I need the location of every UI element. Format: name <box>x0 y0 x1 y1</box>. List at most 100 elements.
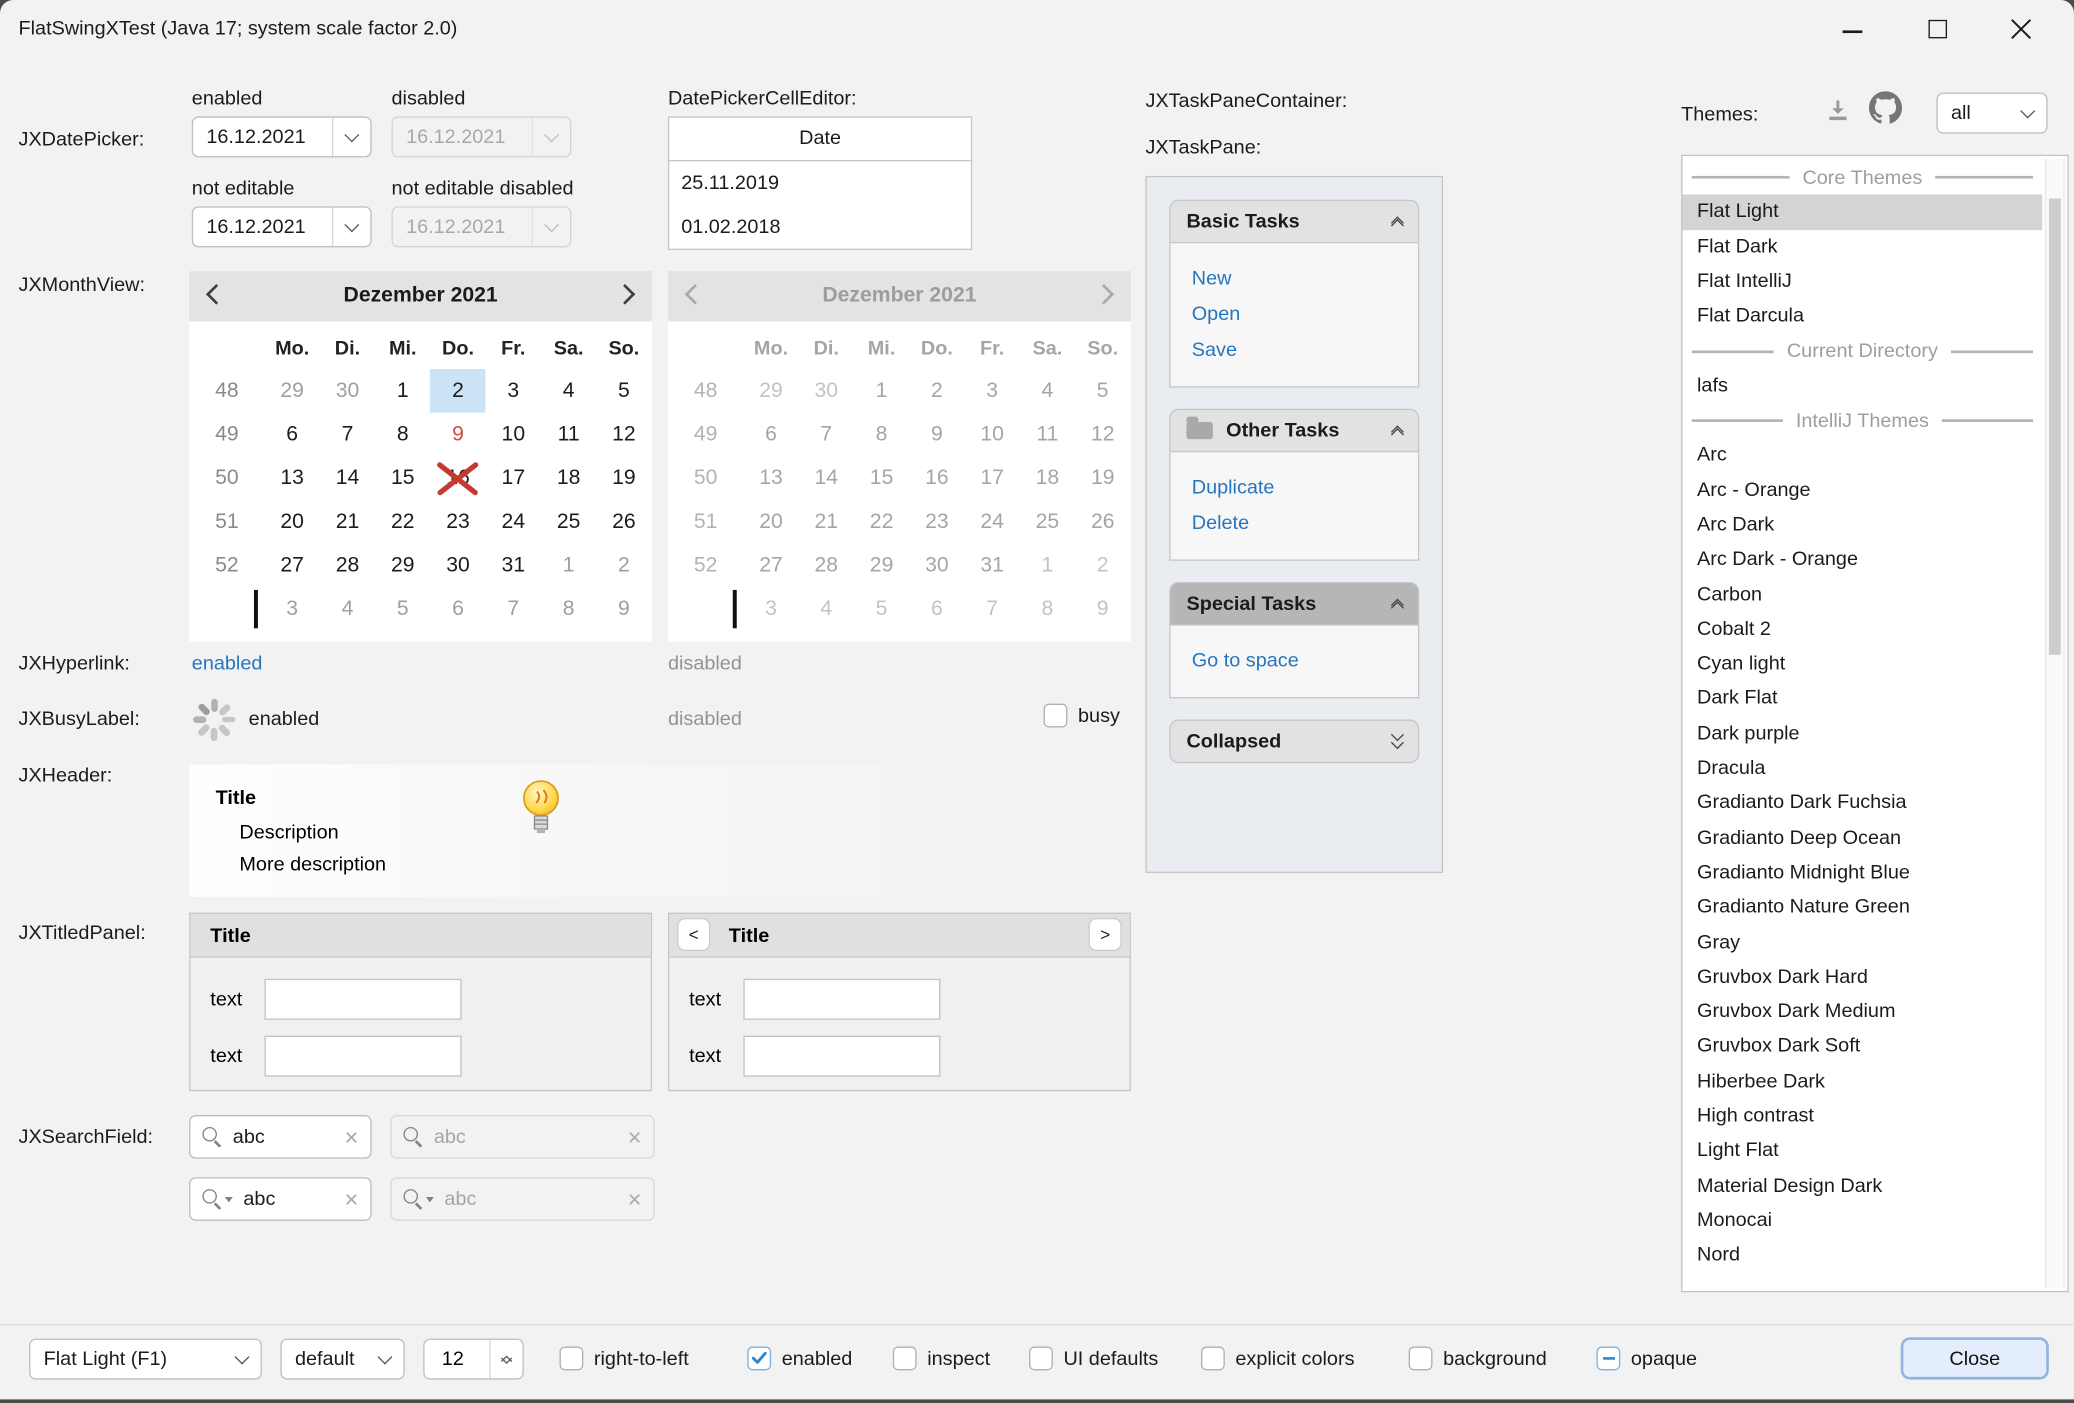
monthview-enabled[interactable]: Dezember 2021Mo.Di.Mi.Do.Fr.Sa.So.482930… <box>189 271 652 641</box>
theme-item[interactable]: Material Design Dark <box>1682 1169 2042 1204</box>
checkbox[interactable] <box>1596 1347 1620 1371</box>
busy-checkbox-group[interactable]: busy <box>1044 704 1120 728</box>
calendar-day[interactable]: 9 <box>596 587 651 631</box>
calendar-day[interactable]: 6 <box>430 587 485 631</box>
checkbox-group-explicit-colors[interactable]: explicit colors <box>1201 1344 1354 1373</box>
theme-item[interactable]: Flat Light <box>1682 195 2042 230</box>
theme-item[interactable]: Gradianto Midnight Blue <box>1682 856 2042 891</box>
calendar-day[interactable]: 29 <box>265 369 320 413</box>
calendar-day[interactable]: 8 <box>375 413 430 457</box>
search-input[interactable] <box>243 1188 344 1210</box>
calendar-day[interactable]: 18 <box>541 456 596 500</box>
checkbox[interactable] <box>747 1347 771 1371</box>
calendar-day[interactable]: 25 <box>541 500 596 544</box>
calendar-day[interactable]: 11 <box>541 413 596 457</box>
dropdown-arrow-button[interactable] <box>224 1340 261 1378</box>
checkbox-group-opaque[interactable]: opaque <box>1596 1344 1697 1373</box>
taskpane-header[interactable]: Other Tasks <box>1169 409 1419 453</box>
prev-month-icon[interactable] <box>209 284 224 308</box>
task-link[interactable]: Save <box>1171 332 1418 368</box>
datepicker-not-editable[interactable]: 16.12.2021 <box>192 206 372 247</box>
calendar-day[interactable]: 12 <box>596 413 651 457</box>
checkbox-group-right-to-left[interactable]: right-to-left <box>560 1344 689 1373</box>
theme-item[interactable]: Arc Dark - Orange <box>1682 543 2042 578</box>
search-field-enabled[interactable]: × <box>189 1115 372 1159</box>
text-field[interactable] <box>265 1036 462 1077</box>
theme-item[interactable]: Gruvbox Dark Soft <box>1682 1030 2042 1065</box>
theme-item[interactable]: Cobalt 2 <box>1682 612 2042 647</box>
dropdown-arrow-button[interactable] <box>332 118 370 156</box>
taskpane-header[interactable]: Basic Tasks <box>1169 200 1419 244</box>
calendar-day[interactable]: 22 <box>375 500 430 544</box>
search-field-with-menu-enabled[interactable]: × <box>189 1177 372 1221</box>
task-link[interactable]: Duplicate <box>1171 470 1418 506</box>
calendar-day[interactable]: 5 <box>375 587 430 631</box>
collapse-icon[interactable] <box>1393 218 1402 225</box>
calendar-day[interactable]: 3 <box>265 587 320 631</box>
task-link[interactable]: New <box>1171 261 1418 297</box>
collapse-icon[interactable] <box>1393 601 1402 608</box>
calendar-day[interactable]: 3 <box>486 369 541 413</box>
spinner-value[interactable]: 12 <box>425 1348 490 1370</box>
scrollbar[interactable] <box>2045 159 2065 1289</box>
clear-icon[interactable]: × <box>345 1187 359 1211</box>
calendar-day[interactable]: 29 <box>375 544 430 588</box>
theme-item[interactable]: Arc - Orange <box>1682 473 2042 508</box>
calendar-day[interactable]: 17 <box>486 456 541 500</box>
table-row[interactable]: 01.02.2018 <box>669 205 971 249</box>
calendar-day[interactable]: 30 <box>320 369 375 413</box>
theme-item[interactable]: Dracula <box>1682 751 2042 786</box>
theme-item[interactable]: Gray <box>1682 925 2042 960</box>
calendar-day[interactable]: 2 <box>596 544 651 588</box>
theme-item[interactable]: High contrast <box>1682 1099 2042 1134</box>
calendar-day[interactable]: 1 <box>541 544 596 588</box>
calendar-day[interactable]: 6 <box>265 413 320 457</box>
theme-item[interactable]: lafs <box>1682 369 2042 404</box>
calendar-day[interactable]: 28 <box>320 544 375 588</box>
download-icon[interactable] <box>1824 97 1852 131</box>
datepicker-enabled[interactable]: 16.12.2021 <box>192 116 372 157</box>
checkbox[interactable] <box>1409 1347 1433 1371</box>
theme-item[interactable]: Arc <box>1682 438 2042 473</box>
theme-item[interactable]: Arc Dark <box>1682 508 2042 543</box>
calendar-day[interactable]: 2 <box>430 369 485 413</box>
calendar-day[interactable]: 14 <box>320 456 375 500</box>
calendar-day[interactable]: 19 <box>596 456 651 500</box>
calendar-day[interactable]: 7 <box>320 413 375 457</box>
theme-item[interactable]: Carbon <box>1682 577 2042 612</box>
checkbox-group-inspect[interactable]: inspect <box>893 1344 990 1373</box>
calendar-day[interactable]: 13 <box>265 456 320 500</box>
text-field[interactable] <box>743 979 940 1020</box>
checkbox[interactable] <box>1201 1347 1225 1371</box>
calendar-day[interactable]: 27 <box>265 544 320 588</box>
close-button[interactable]: Close <box>1901 1337 2049 1379</box>
dropdown-arrow-button[interactable] <box>366 1340 403 1378</box>
minimize-icon[interactable] <box>1843 30 1863 33</box>
taskpane-header[interactable]: Collapsed <box>1169 720 1419 764</box>
theme-item[interactable]: Light Flat <box>1682 1134 2042 1169</box>
datepicker-value[interactable]: 16.12.2021 <box>193 126 332 148</box>
theme-item[interactable]: Flat IntelliJ <box>1682 264 2042 299</box>
calendar-day[interactable]: 21 <box>320 500 375 544</box>
theme-item[interactable]: Monocai <box>1682 1204 2042 1239</box>
text-field[interactable] <box>743 1036 940 1077</box>
close-icon[interactable] <box>2011 19 2032 40</box>
search-icon[interactable] <box>202 1189 222 1209</box>
prev-button[interactable]: < <box>677 918 710 951</box>
calendar-day[interactable]: 4 <box>541 369 596 413</box>
scrollbar-thumb[interactable] <box>2049 198 2061 654</box>
next-button[interactable]: > <box>1089 918 1122 951</box>
dropdown-arrow-button[interactable] <box>2009 94 2046 132</box>
calendar-day[interactable]: 1 <box>375 369 430 413</box>
task-link[interactable]: Go to space <box>1171 643 1418 679</box>
collapse-icon[interactable] <box>1393 427 1402 434</box>
checkbox-group-background[interactable]: background <box>1409 1344 1547 1373</box>
theme-item[interactable]: Nord <box>1682 1238 2042 1273</box>
search-input[interactable] <box>233 1126 345 1148</box>
calendar-day[interactable]: 26 <box>596 500 651 544</box>
checkbox[interactable] <box>893 1347 917 1371</box>
themes-filter-combobox[interactable]: all <box>1936 93 2047 134</box>
search-menu-caret-icon[interactable] <box>225 1196 233 1201</box>
checkbox-group-ui-defaults[interactable]: UI defaults <box>1029 1344 1158 1373</box>
lookandfeel-combobox[interactable]: Flat Light (F1) <box>29 1339 262 1380</box>
